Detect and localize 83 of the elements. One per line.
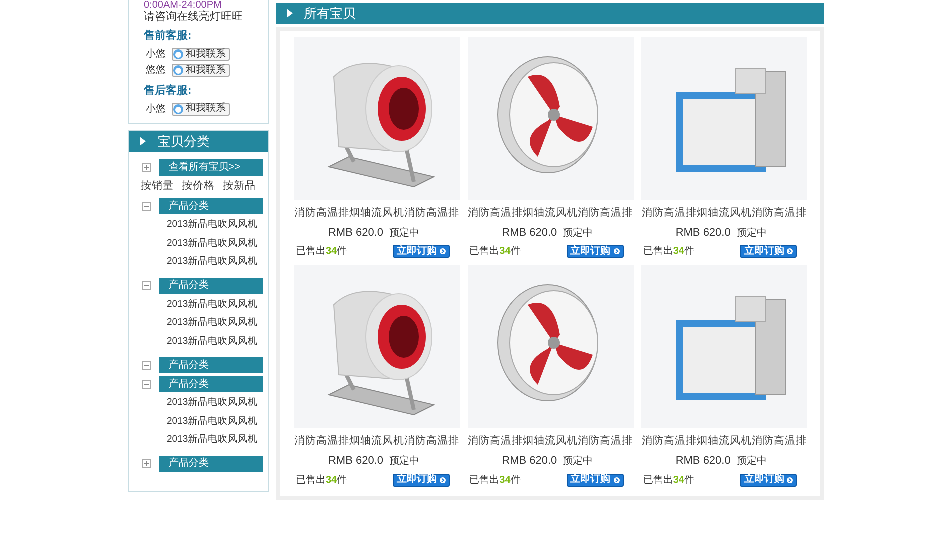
order-button[interactable]: 立即订购: [566, 245, 624, 258]
collapse-icon[interactable]: [142, 202, 151, 210]
view-all-link[interactable]: 查看所有宝贝>>: [159, 159, 263, 176]
product-price: RMB 620.0: [328, 226, 384, 241]
category-item[interactable]: 2013新品电吹风风机: [167, 431, 268, 450]
sold-count: 已售出34件: [296, 244, 348, 260]
product-title[interactable]: 消防高温排烟轴流风机消防高温排: [641, 206, 808, 222]
category-item[interactable]: 2013新品电吹风风机: [167, 216, 268, 234]
chat-icon: [173, 49, 184, 60]
chat-icon: [173, 65, 184, 76]
product-status: 预定中: [563, 226, 594, 241]
agent-name: 悠悠: [146, 64, 166, 78]
product-price: RMB 620.0: [676, 226, 731, 241]
contact-button[interactable]: 和我联系: [172, 48, 230, 61]
chevron-icon: [440, 476, 446, 484]
product-price: RMB 620.0: [502, 226, 558, 241]
chevron-icon: [787, 476, 794, 484]
product-card[interactable]: 消防高温排烟轴流风机消防高温排 RMB 620.0 预定中 已售出34件 立即订购: [294, 265, 460, 488]
product-title[interactable]: 消防高温排烟轴流风机消防高温排: [468, 206, 634, 222]
agent-name: 小悠: [146, 48, 166, 62]
category-group[interactable]: 产品分类: [159, 456, 263, 472]
product-status: 预定中: [390, 454, 420, 469]
sold-count: 已售出34件: [296, 474, 348, 488]
order-button[interactable]: 立即订购: [740, 245, 798, 258]
collapse-icon[interactable]: [142, 360, 151, 370]
category-item[interactable]: 2013新品电吹风风机: [167, 394, 268, 412]
sold-count: 已售出34件: [643, 244, 694, 260]
chevron-icon: [614, 248, 620, 256]
product-status: 预定中: [563, 454, 594, 469]
sold-count: 已售出34件: [470, 244, 521, 260]
product-title[interactable]: 消防高温排烟轴流风机消防高温排: [641, 434, 808, 450]
category-group[interactable]: 产品分类: [159, 198, 263, 214]
product-price: RMB 620.0: [328, 454, 384, 469]
chevron-icon: [440, 248, 446, 256]
product-card[interactable]: 消防高温排烟轴流风机消防高温排 RMB 620.0 预定中 已售出34件 立即订购: [468, 265, 634, 488]
product-title[interactable]: 消防高温排烟轴流风机消防高温排: [468, 434, 634, 450]
agent-name: 小悠: [146, 102, 166, 116]
product-title[interactable]: 消防高温排烟轴流风机消防高温排: [294, 206, 460, 222]
order-button[interactable]: 立即订购: [393, 474, 450, 486]
order-button[interactable]: 立即订购: [393, 245, 450, 258]
category-item[interactable]: 2013新品电吹风风机: [167, 412, 268, 431]
contact-button[interactable]: 和我联系: [172, 64, 230, 77]
category-item[interactable]: 2013新品电吹风风机: [167, 253, 268, 272]
category-group[interactable]: 产品分类: [159, 357, 263, 373]
service-hint: 请咨询在线亮灯旺旺: [144, 11, 244, 24]
sort-link[interactable]: 按新品: [223, 179, 256, 195]
category-item[interactable]: 2013新品电吹风风机: [167, 314, 268, 332]
service-hours: 0:00AM-24:00PM: [144, 0, 223, 11]
collapse-icon[interactable]: [142, 281, 151, 290]
sort-link[interactable]: 按销量: [141, 179, 174, 195]
product-price: RMB 620.0: [676, 454, 731, 469]
category-item[interactable]: 2013新品电吹风风机: [167, 234, 268, 253]
product-card[interactable]: 消防高温排烟轴流风机消防高温排 RMB 620.0 预定中 已售出34件 立即订购: [641, 37, 808, 260]
sort-link[interactable]: 按价格: [182, 179, 215, 195]
sold-count: 已售出34件: [643, 474, 694, 488]
product-card[interactable]: 消防高温排烟轴流风机消防高温排 RMB 620.0 预定中 已售出34件 立即订购: [468, 37, 634, 260]
service-group-title: 售前客服:: [144, 28, 193, 44]
chevron-icon: [614, 476, 620, 484]
section-title: 所有宝贝: [304, 4, 356, 23]
category-item[interactable]: 2013新品电吹风风机: [167, 332, 268, 351]
category-group[interactable]: 产品分类: [159, 278, 263, 294]
product-status: 预定中: [736, 454, 767, 469]
product-price: RMB 620.0: [502, 454, 558, 469]
category-title: 宝贝分类: [158, 132, 210, 151]
category-item[interactable]: 2013新品电吹风风机: [167, 296, 268, 314]
expand-icon[interactable]: [142, 163, 151, 172]
order-button[interactable]: 立即订购: [740, 474, 798, 486]
category-group[interactable]: 产品分类: [159, 376, 263, 392]
product-card[interactable]: 消防高温排烟轴流风机消防高温排 RMB 620.0 预定中 已售出34件 立即订购: [294, 37, 460, 260]
contact-button[interactable]: 和我联系: [172, 102, 230, 116]
product-status: 预定中: [736, 226, 767, 241]
chat-icon: [173, 104, 184, 114]
service-group-title: 售后客服:: [144, 84, 193, 98]
collapse-icon[interactable]: [142, 380, 151, 388]
triangle-icon: [140, 137, 146, 146]
triangle-icon: [287, 9, 293, 18]
product-status: 预定中: [390, 226, 420, 241]
product-title[interactable]: 消防高温排烟轴流风机消防高温排: [294, 434, 460, 450]
product-card[interactable]: 消防高温排烟轴流风机消防高温排 RMB 620.0 预定中 已售出34件 立即订购: [641, 265, 808, 488]
expand-icon[interactable]: [142, 459, 151, 468]
sold-count: 已售出34件: [470, 474, 521, 488]
chevron-icon: [787, 248, 794, 256]
order-button[interactable]: 立即订购: [566, 474, 624, 486]
